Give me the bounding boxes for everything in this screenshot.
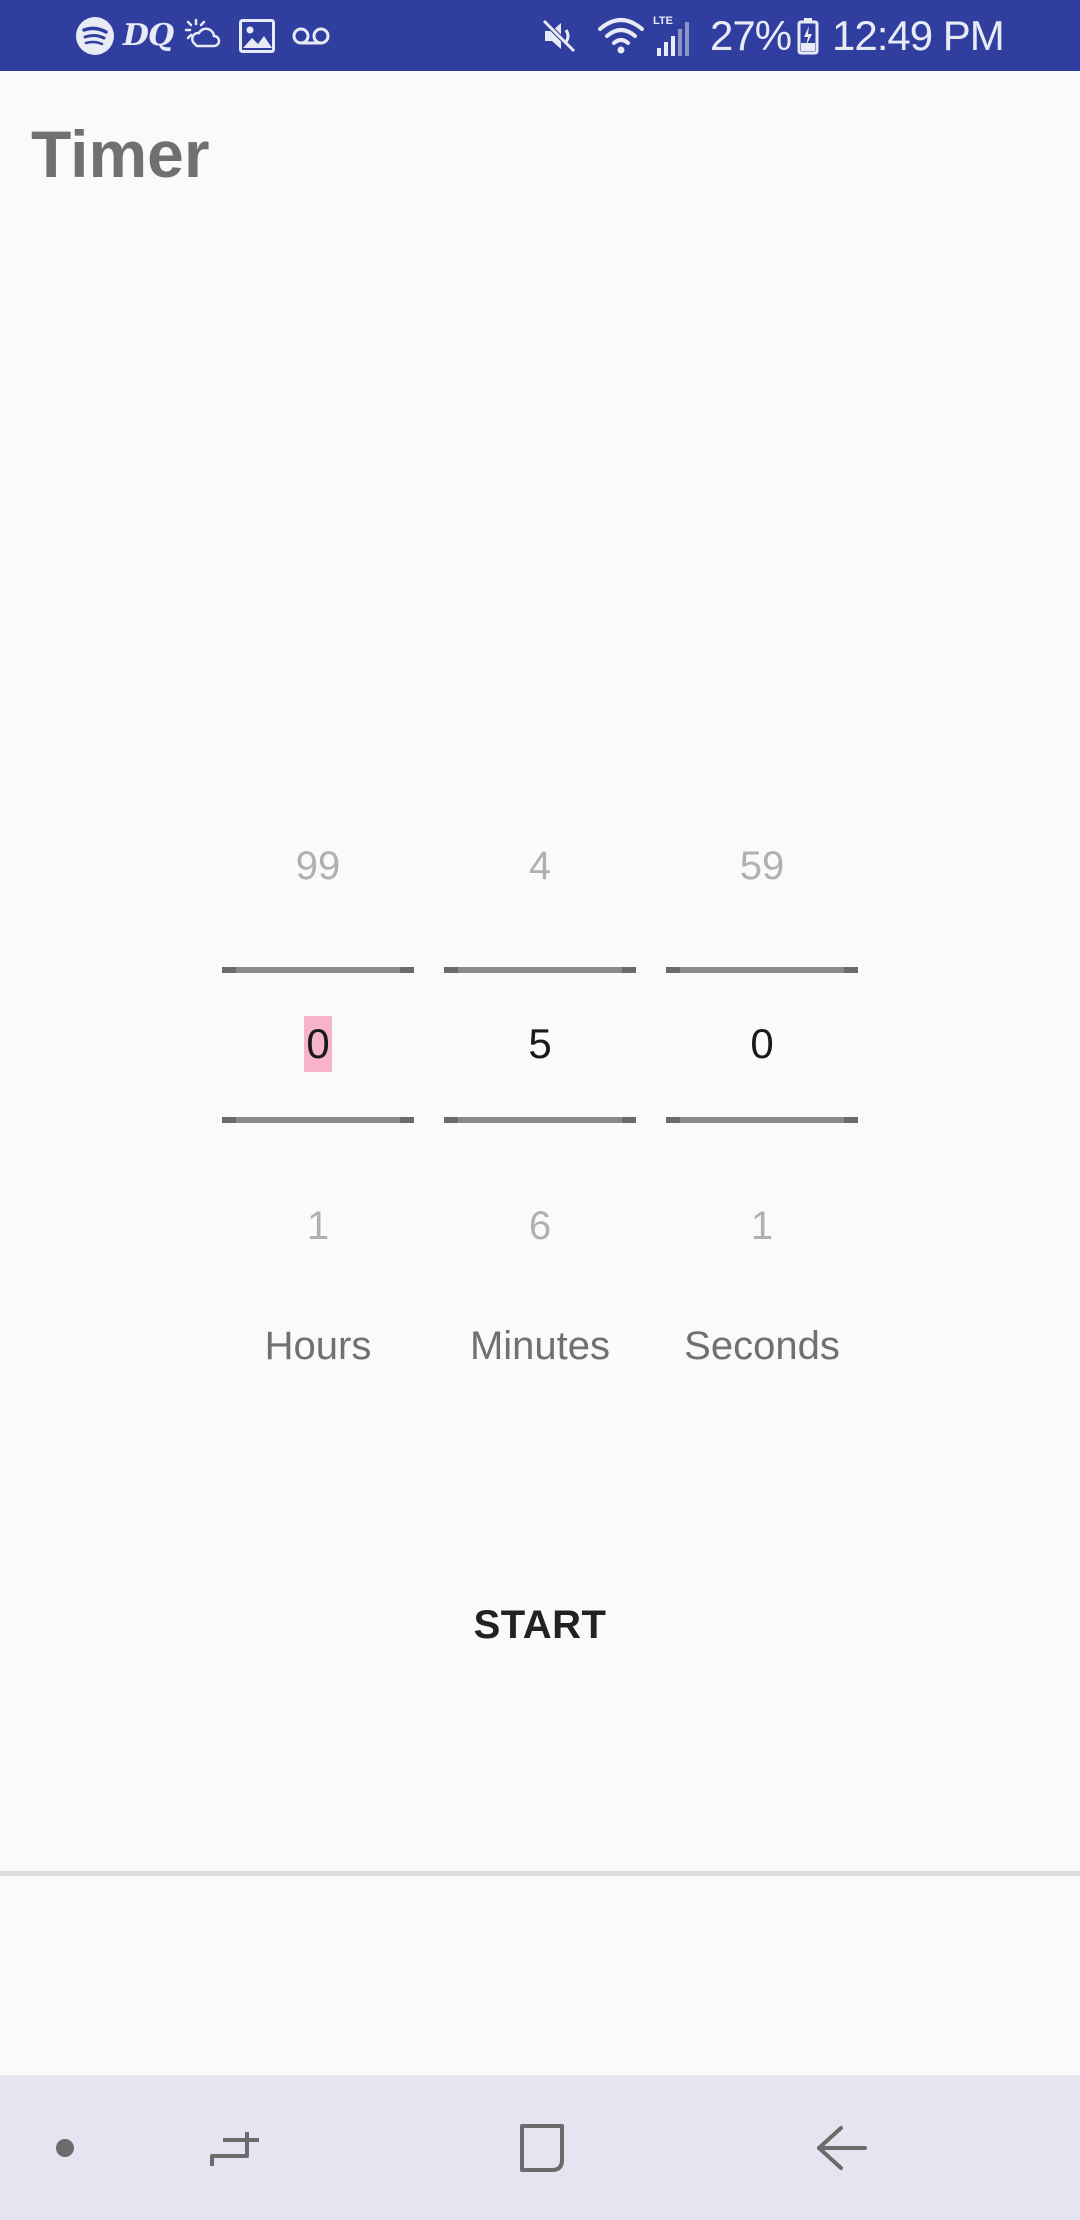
start-button[interactable]: START bbox=[390, 1590, 690, 1660]
seconds-divider-top bbox=[666, 967, 858, 973]
spotify-icon bbox=[72, 0, 118, 71]
page-title: Timer bbox=[31, 117, 210, 191]
seconds-prev-value[interactable]: 59 bbox=[666, 836, 858, 896]
voicemail-icon bbox=[290, 0, 332, 71]
lte-text: LTE bbox=[653, 15, 673, 27]
minutes-prev-value[interactable]: 4 bbox=[444, 836, 636, 896]
battery-icon bbox=[794, 0, 822, 71]
dot-icon[interactable] bbox=[30, 2075, 100, 2220]
bottom-divider bbox=[0, 1871, 1080, 1876]
seconds-next-value[interactable]: 1 bbox=[666, 1196, 858, 1256]
minutes-current-value[interactable]: 5 bbox=[444, 1014, 636, 1074]
battery-percent: 27% bbox=[710, 12, 792, 59]
seconds-current-value[interactable]: 0 bbox=[666, 1014, 858, 1074]
minutes-input[interactable]: 5 bbox=[526, 1016, 553, 1072]
image-icon bbox=[236, 0, 278, 71]
hours-picker[interactable]: 99 0 1 Hours bbox=[222, 800, 414, 1368]
seconds-input[interactable]: 0 bbox=[748, 1016, 775, 1072]
seconds-divider-bottom bbox=[666, 1117, 858, 1123]
hours-divider-bottom bbox=[222, 1117, 414, 1123]
hours-prev-value[interactable]: 99 bbox=[222, 836, 414, 896]
hours-divider-top bbox=[222, 967, 414, 973]
hours-label: Hours bbox=[264, 1324, 372, 1368]
recents-icon[interactable] bbox=[190, 2075, 280, 2220]
dq-icon: DQ bbox=[122, 0, 174, 71]
back-icon[interactable] bbox=[796, 2075, 886, 2220]
weather-icon bbox=[180, 0, 226, 71]
minutes-divider-bottom bbox=[444, 1117, 636, 1123]
clock: 12:49 PM bbox=[832, 12, 1005, 59]
minutes-next-value[interactable]: 6 bbox=[444, 1196, 636, 1256]
seconds-picker[interactable]: 59 0 1 Seconds bbox=[666, 800, 858, 1368]
hours-input[interactable]: 0 bbox=[304, 1016, 332, 1072]
minutes-divider-top bbox=[444, 967, 636, 973]
home-icon[interactable] bbox=[495, 2075, 585, 2220]
status-bar: DQ LTE 27% 12:49 PM bbox=[0, 0, 1080, 71]
dq-text: DQ bbox=[122, 18, 174, 53]
lte-signal-icon: LTE bbox=[650, 0, 696, 71]
mute-icon bbox=[536, 0, 582, 71]
navigation-bar bbox=[0, 2075, 1080, 2220]
minutes-picker[interactable]: 4 5 6 Minutes bbox=[444, 800, 636, 1368]
minutes-label: Minutes bbox=[469, 1324, 611, 1368]
hours-next-value[interactable]: 1 bbox=[222, 1196, 414, 1256]
hours-current-value[interactable]: 0 bbox=[222, 1014, 414, 1074]
seconds-label: Seconds bbox=[684, 1324, 840, 1368]
wifi-icon bbox=[596, 0, 646, 71]
